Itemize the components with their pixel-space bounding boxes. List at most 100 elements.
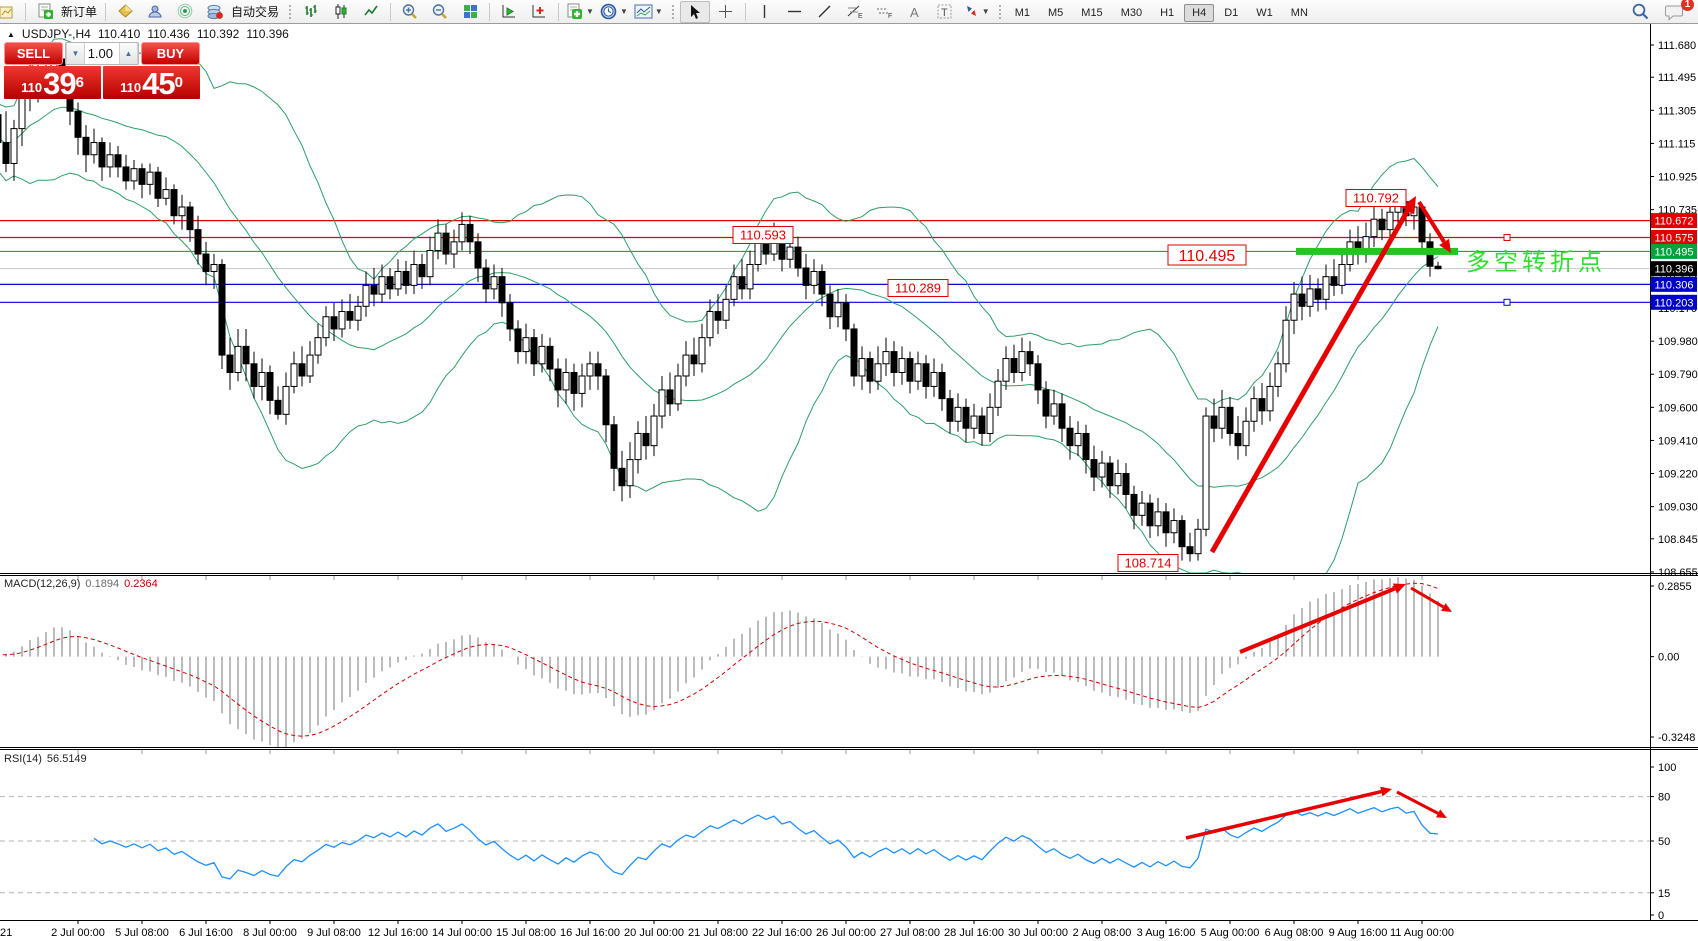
candle-body [531,338,537,364]
signal-icon[interactable] [171,2,199,22]
profile-icon[interactable] [141,2,169,22]
candle-body [923,364,929,387]
new-order-button[interactable] [31,2,59,22]
candle-body [803,268,809,285]
timeframe-m15[interactable]: M15 [1073,4,1110,22]
zoom-out-icon[interactable] [426,2,454,22]
text-label-icon[interactable]: T [931,2,959,22]
sell-button[interactable]: SELL [4,42,63,65]
candle-body [523,338,529,352]
ask-price-tile[interactable]: 110 45 0 [103,66,200,99]
timeframe-h4[interactable]: H4 [1184,4,1214,22]
date-axis[interactable]: 30 Jun 20212 Jul 00:005 Jul 08:006 Jul 1… [0,576,1454,939]
timeframe-m30[interactable]: M30 [1113,4,1150,22]
timeframe-mn[interactable]: MN [1283,4,1316,22]
toolbar-handle[interactable] [670,3,675,21]
candle-body [1379,219,1385,229]
candlestick-chart-icon[interactable] [327,2,355,22]
trend-arrow[interactable] [1411,588,1443,607]
svg-text:T: T [941,7,948,19]
turning-point-annotation[interactable]: 多空转折点 [1466,248,1606,276]
vertical-line-icon[interactable] [751,2,779,22]
indicator-list-icon[interactable] [495,2,523,22]
line-chart-icon[interactable] [357,2,385,22]
candle-body [859,359,865,376]
cycles-icon[interactable] [525,2,553,22]
candle-body [235,346,241,372]
fibonacci-icon[interactable]: E [841,2,869,22]
svg-text:110.203: 110.203 [1655,297,1694,309]
svg-text:110.495: 110.495 [1655,246,1694,258]
candle-body [1243,421,1249,445]
horizontal-line-icon[interactable] [781,2,809,22]
candle-body [1371,219,1377,236]
arrows-icon[interactable]: ▼ [961,2,992,22]
periods-clock-button[interactable]: ▼ [598,2,630,22]
svg-text:E: E [858,13,863,20]
buy-button[interactable]: BUY [141,42,200,65]
trendline-icon[interactable] [811,2,839,22]
candle-body [699,338,705,364]
channel-icon[interactable]: F [871,2,899,22]
search-icon[interactable] [1626,2,1654,22]
timeframe-m5[interactable]: M5 [1040,4,1071,22]
trend-arrow[interactable] [1397,792,1438,813]
cursor-icon[interactable] [680,1,710,23]
macd-value: 0.1894 [85,578,119,590]
toolbar-handle[interactable] [997,3,1002,21]
timeframe-w1[interactable]: W1 [1248,4,1281,22]
candle-body [395,271,401,288]
auto-trading-label[interactable]: 自动交易 [231,3,279,20]
trend-arrow[interactable] [1186,792,1381,838]
candle-body [883,352,889,364]
turning-point-segment[interactable] [1296,248,1458,255]
volume-increase-button[interactable]: ▲ [119,43,138,64]
candle-body [619,468,625,485]
crosshair-icon[interactable] [712,2,740,22]
bar-chart-icon[interactable] [297,2,325,22]
panel-frame [0,22,1698,921]
template-button[interactable]: ▼ [632,2,665,22]
candle-body [411,264,417,285]
candle-body [747,264,753,288]
line-handle[interactable] [1504,234,1510,240]
timeframe-d1[interactable]: D1 [1216,4,1246,22]
candle-body [643,433,649,445]
zoom-in-icon[interactable] [396,2,424,22]
candle-body [427,251,433,277]
volume-decrease-button[interactable]: ▼ [66,43,85,64]
line-handle[interactable] [1504,299,1510,305]
bid-price-tile[interactable]: 110 39 6 [4,66,101,99]
separator [558,3,559,21]
chart-window-icon[interactable] [0,2,20,22]
timeframe-m1[interactable]: M1 [1007,4,1038,22]
candle-body [339,312,345,329]
candle-body [1059,404,1065,428]
tile-windows-icon[interactable] [456,2,484,22]
candle-body [1179,521,1185,547]
price-callout-text: 110.289 [895,281,941,296]
new-order-label[interactable]: 新订单 [61,3,97,20]
svg-text:F: F [888,13,892,20]
chart-canvas[interactable]: 110.792110.593110.495110.289108.714多空转折点… [0,0,1698,941]
volume-value[interactable]: 1.00 [85,43,119,64]
candle-body [563,372,569,389]
quote-close: 110.396 [246,27,289,41]
timeframe-h1[interactable]: H1 [1152,4,1182,22]
candle-body [715,312,721,321]
price-axis[interactable]: 111.680111.495111.305111.115110.925110.7… [1650,40,1698,922]
candle-body [171,190,177,216]
candle-body [731,277,737,300]
add-indicator-button[interactable]: ▼ [564,2,596,22]
auto-trading-icon[interactable] [201,2,229,22]
candle-body [987,407,993,433]
marketwatch-icon[interactable] [111,2,139,22]
candle-body [243,346,249,363]
chat-icon[interactable]: 1 [1661,2,1689,22]
text-icon[interactable]: A [901,2,929,22]
candle-body [1091,460,1097,477]
candle-body [1187,547,1193,554]
candle-body [843,303,849,329]
ask-pips: 45 [142,69,174,98]
toolbar-handle[interactable] [287,3,292,21]
